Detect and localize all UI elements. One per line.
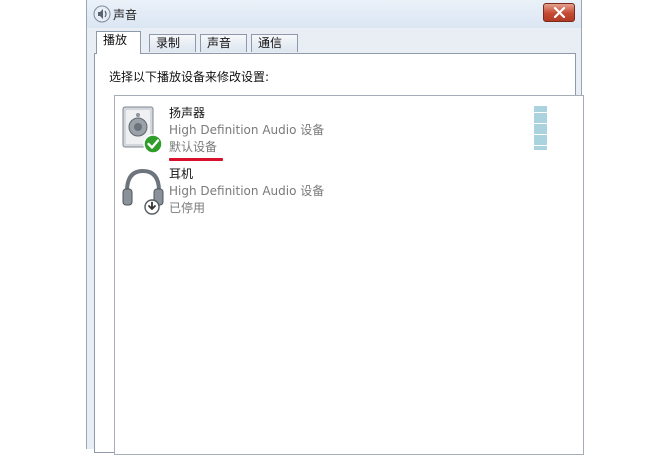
device-status: 默认设备	[169, 140, 218, 154]
device-description: High Definition Audio 设备	[169, 123, 325, 137]
close-icon	[553, 7, 566, 18]
device-headphones[interactable]: 耳机 High Definition Audio 设备 已停用	[115, 161, 535, 217]
speaker-icon	[93, 5, 111, 23]
volume-level-meter	[534, 106, 547, 150]
window-title: 声音	[113, 8, 138, 22]
speaker-device-icon	[119, 104, 167, 154]
device-status: 已停用	[169, 201, 206, 215]
tab-communications[interactable]: 通信	[251, 34, 298, 52]
sound-dialog: 声音 播放 录制 声音 通信 选择以下播放设备来修改设置: 扬声器 High D…	[86, 0, 584, 455]
device-speakers[interactable]: 扬声器 High Definition Audio 设备 默认设备	[115, 100, 547, 161]
device-name: 扬声器	[169, 106, 206, 120]
tab-recording[interactable]: 录制	[149, 34, 196, 52]
headphones-device-icon	[119, 165, 167, 215]
title-bar: 声音	[87, 0, 581, 28]
tab-playback[interactable]: 播放	[96, 31, 141, 54]
device-list[interactable]: 扬声器 High Definition Audio 设备 默认设备 耳机 Hig…	[114, 95, 584, 455]
disabled-down-arrow-icon	[144, 199, 160, 215]
close-button[interactable]	[543, 3, 575, 22]
check-icon	[143, 134, 163, 154]
device-name: 耳机	[169, 167, 194, 181]
device-description: High Definition Audio 设备	[169, 184, 325, 198]
tab-sounds[interactable]: 声音	[200, 34, 247, 52]
playback-panel: 选择以下播放设备来修改设置: 扬声器 High Definition Audio…	[94, 53, 584, 455]
instruction-label: 选择以下播放设备来修改设置:	[109, 70, 270, 84]
